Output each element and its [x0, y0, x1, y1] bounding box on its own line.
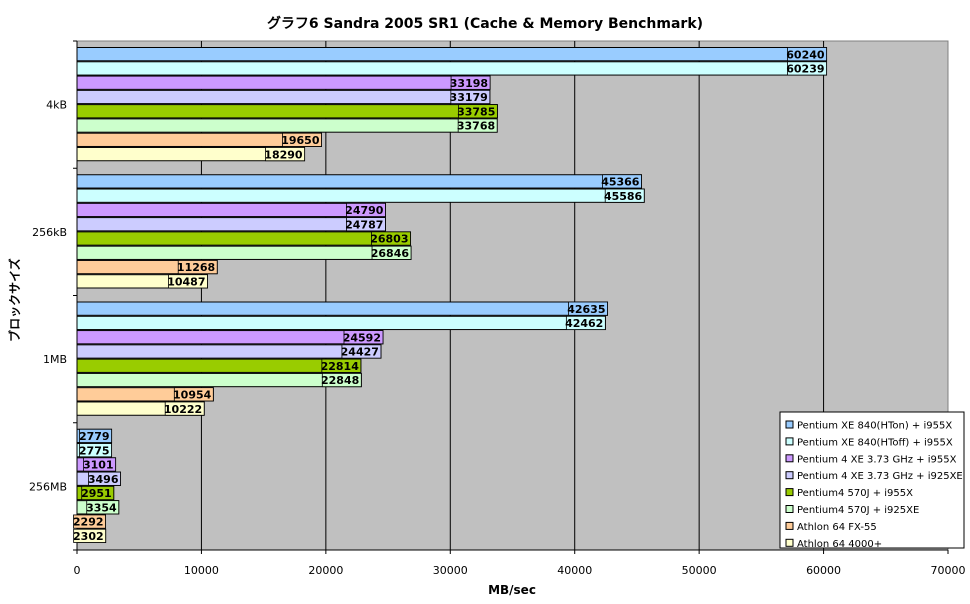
- legend-swatch: [785, 538, 794, 547]
- bar: [76, 231, 412, 246]
- legend-swatch: [785, 521, 794, 530]
- chart-title: グラフ6 Sandra 2005 SR1 (Cache & Memory Ben…: [267, 15, 703, 32]
- bar: [76, 344, 382, 359]
- bar: [76, 315, 606, 331]
- bar: [76, 89, 491, 105]
- bar: [76, 202, 386, 218]
- bar: [76, 245, 412, 260]
- bar: [76, 47, 828, 62]
- data-label: 33198: [450, 77, 488, 90]
- legend-label: Pentium4 570J + i925XE: [797, 505, 919, 516]
- benchmark-chart: グラフ6 Sandra 2005 SR1 (Cache & Memory Ben…: [7, 15, 966, 597]
- data-label: 2292: [73, 516, 104, 529]
- legend-swatch: [785, 471, 794, 480]
- bar: [76, 372, 362, 388]
- bar: [76, 61, 828, 76]
- bar: [76, 330, 384, 345]
- data-label: 60240: [786, 48, 825, 61]
- bar: [76, 118, 498, 133]
- x-tick-label: 60000: [806, 564, 841, 577]
- x-tick-label: 30000: [433, 564, 468, 577]
- bar: [76, 358, 362, 373]
- data-label: 18290: [264, 148, 303, 161]
- data-label: 2951: [81, 487, 112, 500]
- x-tick-label: 40000: [557, 564, 592, 577]
- data-label: 26803: [370, 233, 408, 246]
- data-label: 26846: [371, 247, 410, 260]
- data-label: 22814: [321, 360, 360, 373]
- data-label: 10222: [164, 403, 202, 416]
- legend: Pentium XE 840(HTon) + i955X Pentium XE 8…: [779, 411, 965, 550]
- data-label: 22848: [321, 374, 359, 387]
- data-label: 11268: [177, 261, 215, 274]
- data-label: 24427: [341, 346, 379, 359]
- y-category-label: 256kB: [32, 226, 67, 239]
- data-label: 24592: [343, 331, 381, 344]
- legend-label: Athlon 64 4000+: [797, 539, 882, 550]
- bar: [76, 301, 609, 316]
- legend-swatch: [785, 454, 794, 463]
- y-category-label: 256MB: [29, 480, 67, 493]
- x-axis-label: MB/sec: [488, 583, 536, 597]
- data-label: 2775: [79, 444, 110, 457]
- data-label: 10954: [173, 388, 212, 401]
- data-label: 33179: [450, 91, 488, 104]
- data-label: 24787: [345, 218, 383, 231]
- x-tick-label: 50000: [682, 564, 717, 577]
- legend-swatch: [785, 420, 794, 429]
- data-label: 33785: [457, 105, 495, 118]
- legend-swatch: [785, 437, 794, 446]
- x-tick-label: 10000: [184, 564, 219, 577]
- data-label: 45586: [604, 190, 643, 203]
- data-label: 42635: [567, 303, 605, 316]
- legend-label: Athlon 64 FX-55: [797, 522, 877, 533]
- legend-label: Pentium 4 XE 3.73 GHz + i955X: [797, 454, 957, 465]
- legend-swatch: [785, 488, 794, 497]
- data-label: 42462: [565, 317, 603, 330]
- data-label: 60239: [786, 63, 824, 76]
- data-label: 24790: [345, 204, 384, 217]
- bar: [76, 75, 491, 90]
- data-label: 3101: [83, 459, 114, 472]
- bar: [76, 188, 645, 203]
- x-tick-label: 20000: [308, 564, 343, 577]
- data-label: 19650: [281, 134, 320, 147]
- x-tick-label: 0: [74, 564, 81, 577]
- data-label: 45366: [601, 176, 640, 189]
- y-category-label: 1MB: [43, 353, 67, 366]
- y-category-label: 4kB: [46, 99, 67, 112]
- bar: [76, 217, 386, 232]
- data-label: 10487: [167, 276, 205, 289]
- data-label: 3496: [88, 473, 119, 486]
- data-label: 2302: [73, 530, 104, 543]
- data-label: 2779: [79, 430, 110, 443]
- data-label: 3354: [86, 501, 117, 514]
- legend-label: Pentium 4 XE 3.73 GHz + i925XE: [797, 471, 963, 482]
- legend-label: Pentium4 570J + i955X: [797, 488, 913, 499]
- x-tick-label: 70000: [931, 564, 966, 577]
- legend-swatch: [785, 505, 794, 513]
- bar: [76, 174, 642, 189]
- legend-label: Pentium XE 840(HToff) + i955X: [797, 437, 953, 448]
- y-axis-label: ブロックサイズ: [7, 258, 22, 342]
- bar: [76, 104, 498, 119]
- legend-label: Pentium XE 840(HTon) + i955X: [797, 421, 952, 432]
- data-label: 33768: [457, 120, 495, 133]
